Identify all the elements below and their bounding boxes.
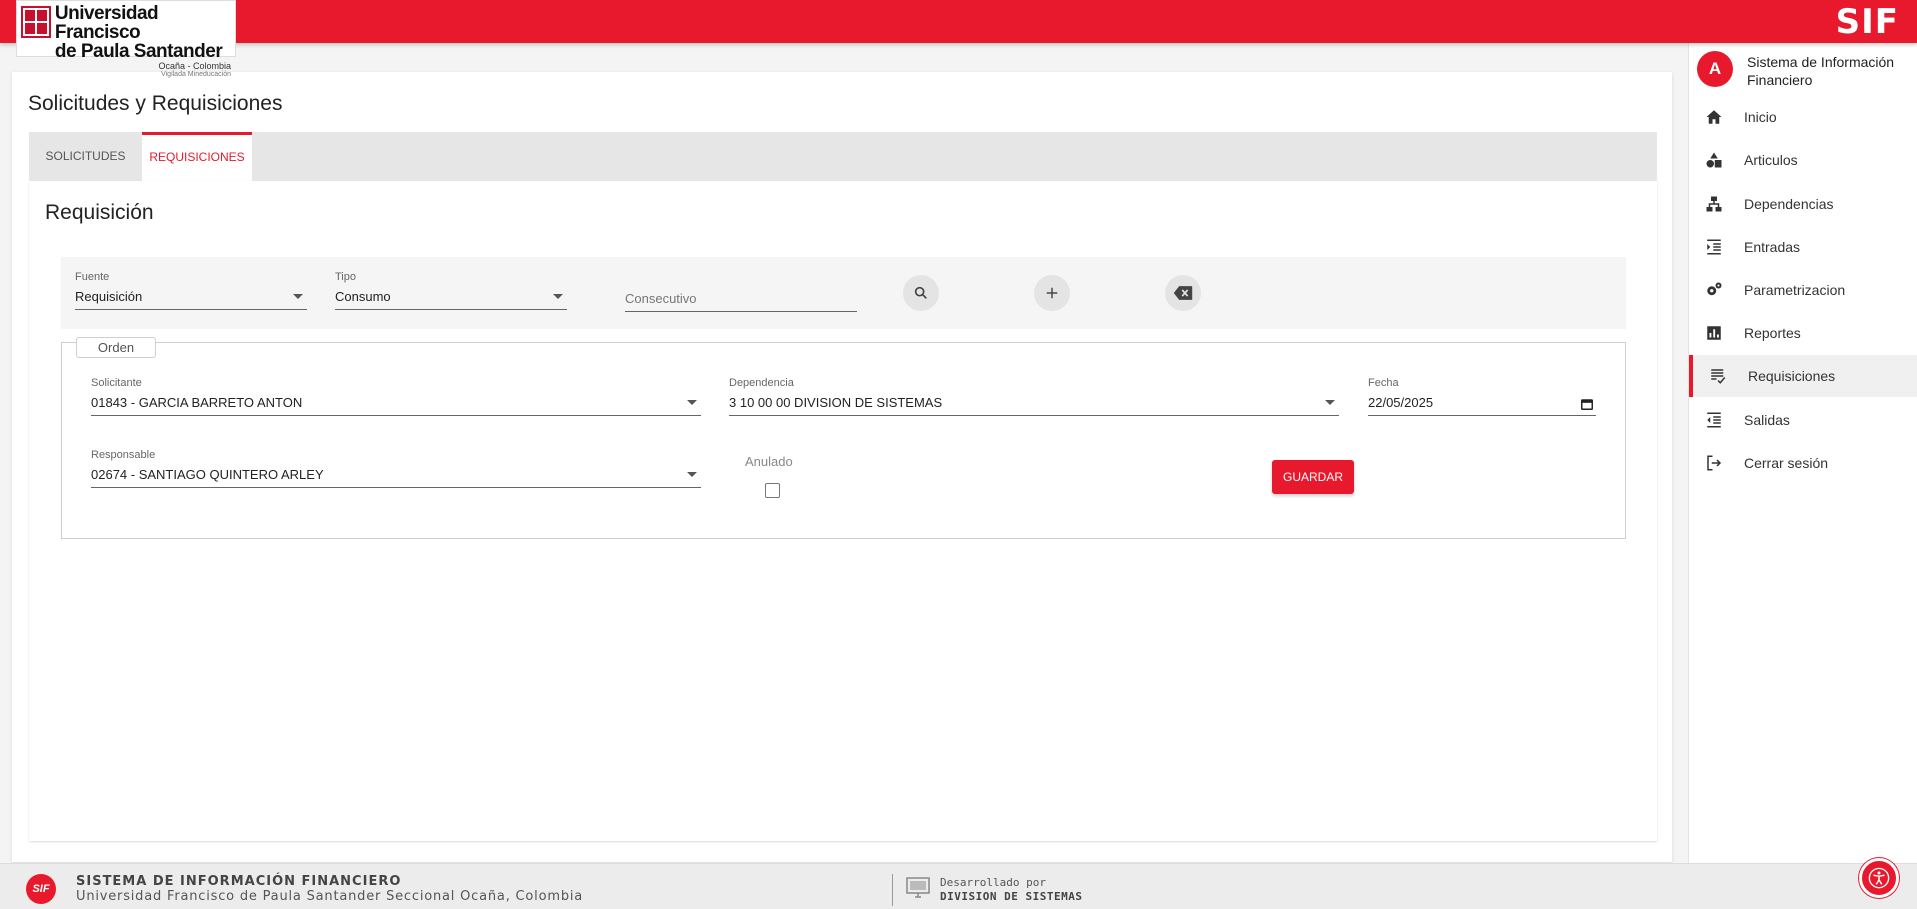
chevron-down-icon [553, 294, 563, 299]
filter-panel: Fuente Requisición Tipo Consumo Consecut… [61, 257, 1626, 329]
monitor-icon [906, 877, 930, 898]
bar-chart-icon [1704, 323, 1724, 343]
consecutivo-input[interactable]: Consecutivo [625, 285, 857, 312]
logo-line-4: Vigilada Mineducación [161, 71, 231, 78]
fecha-label: Fecha [1368, 377, 1399, 389]
fuente-value: Requisición [75, 289, 143, 304]
sidebar-item-dependencias[interactable]: Dependencias [1689, 184, 1917, 224]
tab-requisiciones[interactable]: REQUISICIONES [142, 132, 252, 181]
footer-developed-by: Desarrollado por [940, 876, 1046, 889]
guardar-button[interactable]: GUARDAR [1272, 460, 1354, 494]
responsable-label: Responsable [91, 449, 156, 461]
settings-icon [1704, 280, 1724, 300]
tipo-select[interactable]: Tipo Consumo [335, 271, 567, 310]
sidebar-item-reportes[interactable]: Reportes [1689, 313, 1917, 353]
dependencia-label: Dependencia [729, 377, 794, 389]
solicitante-select[interactable]: Solicitante 01843 - GARCIA BARRETO ANTON [91, 377, 701, 416]
responsable-select[interactable]: Responsable 02674 - SANTIAGO QUINTERO AR… [91, 449, 701, 488]
sidebar-item-salidas[interactable]: Salidas [1689, 400, 1917, 440]
tipo-label: Tipo [335, 271, 356, 283]
sidebar-item-label: Articulos [1744, 152, 1798, 168]
sidebar-item-label: Parametrizacion [1744, 282, 1846, 298]
footer-divider [892, 874, 893, 906]
responsable-value: 02674 - SANTIAGO QUINTERO ARLEY [91, 467, 324, 482]
university-emblem-icon [21, 6, 51, 38]
anulado-label: Anulado [745, 454, 793, 469]
sidebar-item-label: Entradas [1744, 239, 1801, 255]
footer-developer: DIVISION DE SISTEMAS [940, 890, 1083, 903]
accessibility-icon [1868, 867, 1890, 889]
sidebar-item-label: Requisiciones [1748, 368, 1836, 384]
sidebar-item-articulos[interactable]: Articulos [1689, 140, 1917, 180]
dependencia-value: 3 10 00 00 DIVISION DE SISTEMAS [729, 395, 943, 410]
top-bar: SIF [0, 0, 1917, 43]
logo-line-1: Universidad Francisco [54, 3, 159, 43]
sidebar-item-entradas[interactable]: Entradas [1689, 227, 1917, 267]
sidebar-item-cerrar-sesion[interactable]: Cerrar sesión [1689, 443, 1917, 483]
orden-fieldset: Orden Solicitante 01843 - GARCIA BARRETO… [61, 337, 1626, 539]
calendar-icon[interactable] [1580, 397, 1594, 411]
sidebar-item-requisiciones[interactable]: Requisiciones [1689, 355, 1917, 397]
shapes-icon [1704, 150, 1724, 170]
chevron-down-icon [293, 294, 303, 299]
indent-icon [1704, 237, 1724, 257]
chevron-down-icon [687, 472, 697, 477]
sif-brand: SIF [1835, 2, 1899, 42]
fuente-label: Fuente [75, 271, 110, 283]
hierarchy-icon [1704, 194, 1724, 214]
footer-title: SISTEMA DE INFORMACIÓN FINANCIERO [76, 874, 402, 889]
university-logo[interactable]: Universidad Francisco de Paula Santander… [16, 0, 236, 78]
sidebar-item-label: Salidas [1744, 412, 1790, 428]
orden-legend: Orden [76, 337, 156, 358]
anulado-checkbox[interactable] [765, 483, 780, 498]
outdent-icon [1704, 410, 1724, 430]
search-icon [914, 286, 927, 299]
footer: SIF SISTEMA DE INFORMACIÓN FINANCIERO Un… [0, 863, 1917, 909]
logout-icon [1704, 453, 1724, 473]
add-button[interactable] [1034, 275, 1070, 311]
section-title: Requisición [45, 201, 154, 224]
sidebar-title: Sistema de Información Financiero [1747, 54, 1895, 88]
fecha-input[interactable]: Fecha 22/05/2025 [1368, 377, 1596, 416]
dependencia-select[interactable]: Dependencia 3 10 00 00 DIVISION DE SISTE… [729, 377, 1339, 416]
fecha-value: 22/05/2025 [1368, 395, 1434, 410]
backspace-icon [1173, 286, 1193, 300]
fuente-select[interactable]: Fuente Requisición [75, 271, 307, 310]
sidebar-header: A Sistema de Información Financiero [1697, 51, 1907, 89]
solicitante-label: Solicitante [91, 377, 142, 389]
plus-icon [1046, 287, 1058, 299]
search-button[interactable] [903, 275, 939, 311]
logo-line-3: Ocaña - Colombia [158, 61, 231, 71]
page-title: Solicitudes y Requisiciones [28, 92, 283, 115]
footer-subtitle: Universidad Francisco de Paula Santander… [76, 889, 584, 904]
tipo-value: Consumo [335, 289, 391, 304]
consecutivo-placeholder: Consecutivo [625, 291, 857, 312]
chevron-down-icon [687, 400, 697, 405]
sidebar-item-label: Reportes [1744, 325, 1801, 341]
chevron-down-icon [1325, 400, 1335, 405]
tab-solicitudes[interactable]: SOLICITUDES [29, 132, 142, 181]
sidebar-item-parametrizacion[interactable]: Parametrizacion [1689, 270, 1917, 310]
sidebar-item-inicio[interactable]: Inicio [1689, 97, 1917, 137]
sidebar: A Sistema de Información Financiero Inic… [1688, 43, 1917, 863]
home-icon [1704, 107, 1724, 127]
sidebar-item-label: Inicio [1744, 109, 1777, 125]
requisicion-panel: Requisición Fuente Requisición Tipo Cons… [29, 181, 1657, 841]
list-check-icon [1708, 366, 1728, 386]
sidebar-item-label: Dependencias [1744, 196, 1834, 212]
avatar[interactable]: A [1697, 51, 1733, 87]
tab-bar: SOLICITUDES REQUISICIONES [29, 132, 1657, 181]
sidebar-item-label: Cerrar sesión [1744, 455, 1829, 471]
footer-logo: SIF [26, 874, 56, 904]
clear-button[interactable] [1165, 275, 1201, 311]
solicitante-value: 01843 - GARCIA BARRETO ANTON [91, 395, 303, 410]
accessibility-button[interactable] [1859, 858, 1899, 898]
logo-line-2: de Paula Santander [54, 41, 223, 62]
main-card: Solicitudes y Requisiciones SOLICITUDES … [12, 72, 1672, 862]
